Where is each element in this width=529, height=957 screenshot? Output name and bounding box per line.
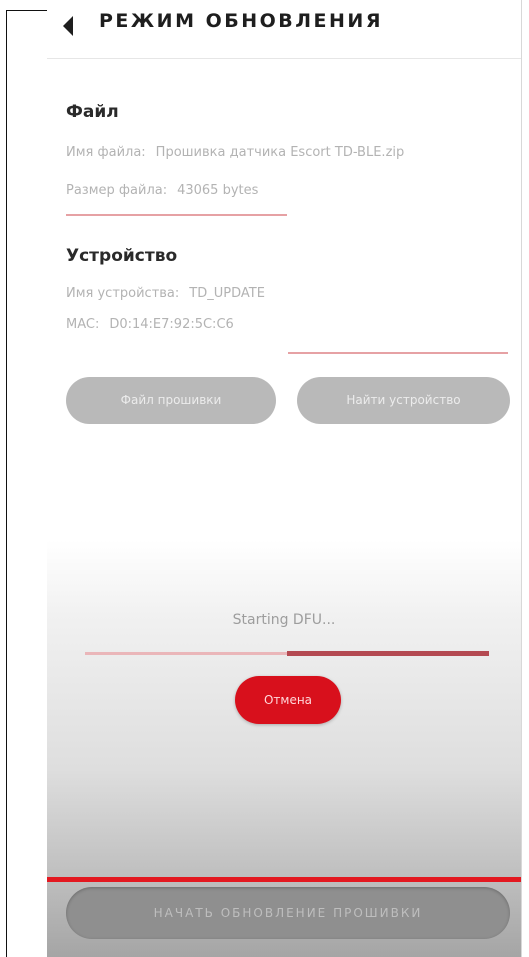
file-size-value: 43065 bytes	[177, 183, 259, 198]
device-mac-row: MAC: D0:14:E7:92:5C:C6	[66, 317, 234, 332]
start-firmware-update-button[interactable]: НАЧАТЬ ОБНОВЛЕНИЕ ПРОШИВКИ	[66, 887, 510, 939]
dfu-progress-fill	[287, 651, 489, 656]
dfu-progress-bar	[85, 651, 489, 656]
file-name-row: Имя файла: Прошивка датчика Escort TD-BLE…	[66, 145, 404, 160]
frame-line-top	[6, 10, 48, 11]
file-name-value: Прошивка датчика Escort TD-BLE.zip	[155, 145, 405, 160]
device-section-divider	[288, 352, 508, 354]
header-bar: РЕЖИМ ОБНОВЛЕНИЯ	[47, 0, 521, 59]
bottom-accent-line	[47, 877, 521, 882]
file-size-label: Размер файла:	[66, 183, 168, 198]
file-section-title: Файл	[66, 102, 119, 122]
device-mac-value: D0:14:E7:92:5C:C6	[109, 317, 234, 332]
frame-line-left	[6, 10, 7, 957]
device-name-label: Имя устройства:	[66, 286, 180, 301]
device-name-value: TD_UPDATE	[189, 286, 265, 301]
file-name-label: Имя файла:	[66, 145, 146, 160]
cancel-button[interactable]: Отмена	[235, 676, 341, 724]
device-mac-label: MAC:	[66, 317, 100, 332]
device-name-row: Имя устройства: TD_UPDATE	[66, 286, 265, 301]
find-device-button[interactable]: Найти устройство	[297, 377, 510, 424]
file-size-row: Размер файла: 43065 bytes	[66, 183, 258, 198]
frame-line-right	[521, 0, 522, 957]
back-arrow-icon[interactable]	[61, 15, 75, 37]
firmware-file-button[interactable]: Файл прошивки	[66, 377, 276, 424]
update-screen: РЕЖИМ ОБНОВЛЕНИЯ Файл Имя файла: Прошивка…	[47, 0, 521, 957]
device-section-title: Устройство	[66, 246, 178, 266]
file-section-divider	[66, 214, 287, 216]
dfu-status-text: Starting DFU...	[232, 612, 336, 628]
page-title: РЕЖИМ ОБНОВЛЕНИЯ	[99, 10, 383, 32]
